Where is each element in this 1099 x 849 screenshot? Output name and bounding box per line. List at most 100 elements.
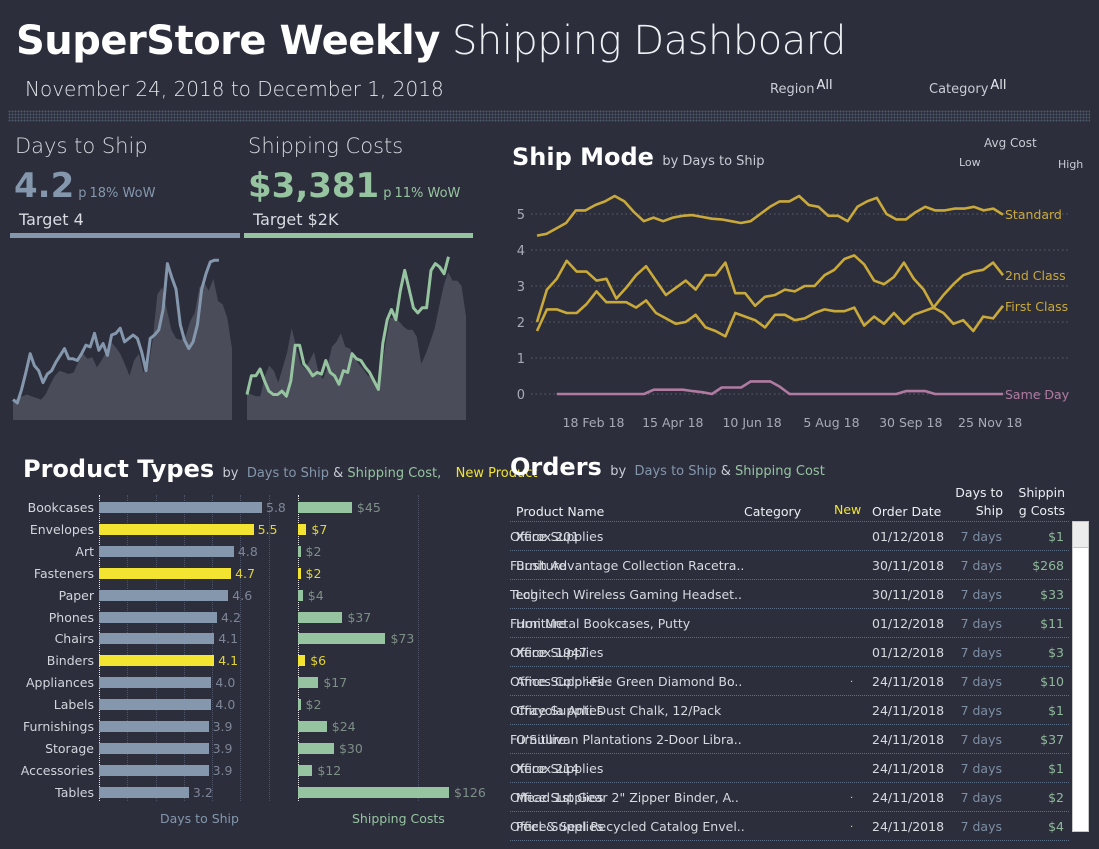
x-tick-label: 15 Apr 18 (642, 415, 703, 430)
days-value-label: 3.9 (212, 762, 233, 778)
shipping-cost-cell: $33 (1040, 587, 1064, 602)
cost-bar[interactable] (298, 502, 352, 513)
order-row[interactable]: Mead 1st Gear 2" Zipper Binder, A.. Offic… (510, 783, 1069, 812)
col-header-cost-line2: g Costs (1018, 503, 1065, 518)
product-type-label: Chairs (54, 631, 94, 647)
cost-bar[interactable] (298, 545, 301, 557)
cost-bar[interactable] (298, 764, 313, 776)
order-row[interactable]: Hon Metal Bookcases, Putty Furniture 01/12… (510, 609, 1069, 638)
cost-bar[interactable] (298, 633, 386, 645)
days-bar[interactable] (99, 786, 189, 798)
order-row[interactable]: Xerox 1947 Office Supplies 01/12/2018 7 day… (510, 638, 1069, 667)
order-row[interactable]: Xerox 201 Office Supplies 01/12/2018 7 days… (510, 522, 1069, 551)
category-filter-value[interactable]: All (990, 78, 1006, 93)
order-row[interactable]: Peel & Seel Recycled Catalog Envel.. Offi… (510, 812, 1069, 841)
col-header-category[interactable]: Category (744, 504, 801, 519)
cost-bar[interactable] (298, 721, 327, 732)
cost-bar[interactable] (298, 699, 301, 711)
days-bar[interactable] (99, 655, 215, 667)
orders-scrollbar[interactable] (1072, 521, 1089, 832)
days-bar[interactable] (99, 742, 209, 754)
order-row[interactable]: Logitech Wireless Gaming Headset.. Tech 30… (510, 580, 1069, 609)
days-to-ship-cell: 7 days (960, 732, 1002, 747)
order-date-cell: 01/12/2018 (872, 645, 945, 660)
days-to-ship-cell: 7 days (960, 790, 1002, 805)
days-bar[interactable] (99, 677, 212, 689)
days-bar[interactable] (99, 545, 234, 557)
product-type-row[interactable]: Tables 3.2 $126 (0, 782, 500, 804)
product-type-row[interactable]: Labels 4.0 $2 (0, 694, 500, 716)
days-bar[interactable] (99, 764, 209, 776)
product-type-row[interactable]: Appliances 4.0 $17 (0, 672, 500, 694)
product-type-label: Envelopes (29, 521, 94, 537)
days-bar[interactable] (99, 567, 232, 579)
days-bar[interactable] (99, 699, 212, 711)
col-header-order-date[interactable]: Order Date (872, 504, 941, 519)
shipping-cost-cell: $1 (1048, 703, 1064, 718)
col-header-product-name[interactable]: Product Name (516, 504, 604, 519)
category-cell: Office Supplies (510, 529, 604, 544)
category-filter[interactable]: Category All (929, 78, 1007, 97)
days-value-label: 4.7 (235, 565, 255, 581)
kpi-cost-target-bar (244, 233, 473, 238)
order-date-cell: 24/11/2018 (872, 732, 945, 747)
cost-bar[interactable] (298, 655, 306, 667)
product-type-row[interactable]: Furnishings 3.9 $24 (0, 716, 500, 738)
ship-mode-line-chart: 0 1 2 3 4 5 18 Feb 18 15 Apr 18 10 Jun 18 5 Aug 1… (517, 194, 1070, 430)
product-type-row[interactable]: Chairs 4.1 $73 (0, 628, 500, 650)
cost-bar[interactable] (298, 786, 449, 798)
days-to-ship-cell: 7 days (960, 587, 1002, 602)
order-row[interactable]: Xerox 214 Office Supplies 24/11/2018 7 days… (510, 754, 1069, 783)
product-type-row[interactable]: Envelopes 5.5 $7 (0, 519, 500, 541)
days-value-label: 4.0 (215, 697, 236, 713)
cost-bar[interactable] (298, 677, 319, 689)
col-header-days-to-ship[interactable]: Days to Ship (955, 485, 1003, 518)
product-type-row[interactable]: Bookcases 5.8 $45 (0, 497, 500, 519)
days-bar[interactable] (99, 502, 262, 513)
shipping-cost-cell: $268 (1032, 558, 1064, 573)
days-to-ship-cell: 7 days (960, 558, 1002, 573)
cost-value-label: $30 (338, 740, 363, 756)
orders-scrollbar-thumb[interactable] (1072, 521, 1089, 548)
cost-value-label: $17 (323, 675, 348, 691)
col-header-days-line2: Ship (975, 503, 1003, 518)
product-type-row[interactable]: Storage 3.9 $30 (0, 738, 500, 760)
product-type-row[interactable]: Fasteners 4.7 $2 (0, 563, 500, 585)
days-bar[interactable] (99, 523, 254, 535)
kpi-days-wow: 18% WoW (89, 186, 156, 201)
order-row[interactable]: O'Sullivan Plantations 2-Door Libra.. Fur… (510, 725, 1069, 754)
days-bar[interactable] (99, 589, 229, 601)
product-type-row[interactable]: Accessories 3.9 $12 (0, 760, 500, 782)
days-bar[interactable] (99, 633, 215, 645)
days-value-label: 3.9 (212, 740, 233, 756)
order-row[interactable]: Bush Advantage Collection Racetra.. Furni… (510, 551, 1069, 580)
cost-bar[interactable] (298, 611, 343, 623)
category-cell: Office Supplies (510, 761, 604, 776)
days-bar[interactable] (99, 721, 209, 732)
x-tick-label: 5 Aug 18 (803, 415, 859, 430)
days-bar[interactable] (99, 611, 218, 623)
series-line-standard (536, 194, 1004, 237)
cost-bar[interactable] (298, 589, 303, 601)
cost-bar[interactable] (298, 742, 334, 754)
order-row[interactable]: Ames Color-File Green Diamond Bo.. Office… (510, 667, 1069, 696)
order-row[interactable]: Crayola Anti Dust Chalk, 12/Pack Office S… (510, 696, 1069, 725)
orders-title: Orders by Days to Ship & Shipping Cost (510, 453, 825, 481)
days-to-ship-cell: 7 days (960, 703, 1002, 718)
product-type-row[interactable]: Phones 4.2 $37 (0, 607, 500, 629)
order-date-cell: 24/11/2018 (872, 819, 945, 834)
cost-bar[interactable] (298, 567, 301, 579)
region-filter[interactable]: Region All (770, 78, 833, 97)
col-header-new[interactable]: New (834, 502, 861, 517)
product-type-row[interactable]: Paper 4.6 $4 (0, 585, 500, 607)
new-flag-cell: . (850, 819, 854, 830)
kpi-cost-value-block: $3,381 p 11% WoW (248, 166, 460, 206)
product-type-label: Storage (45, 740, 94, 756)
cost-bar[interactable] (298, 523, 307, 535)
days-to-ship-cell: 7 days (960, 616, 1002, 631)
product-type-row[interactable]: Binders 4.1 $6 (0, 650, 500, 672)
region-filter-value[interactable]: All (817, 78, 833, 93)
col-header-shipping-costs[interactable]: Shippin g Costs (1018, 485, 1065, 518)
product-type-row[interactable]: Art 4.8 $2 (0, 541, 500, 563)
x-tick-label: 30 Sep 18 (879, 415, 942, 430)
